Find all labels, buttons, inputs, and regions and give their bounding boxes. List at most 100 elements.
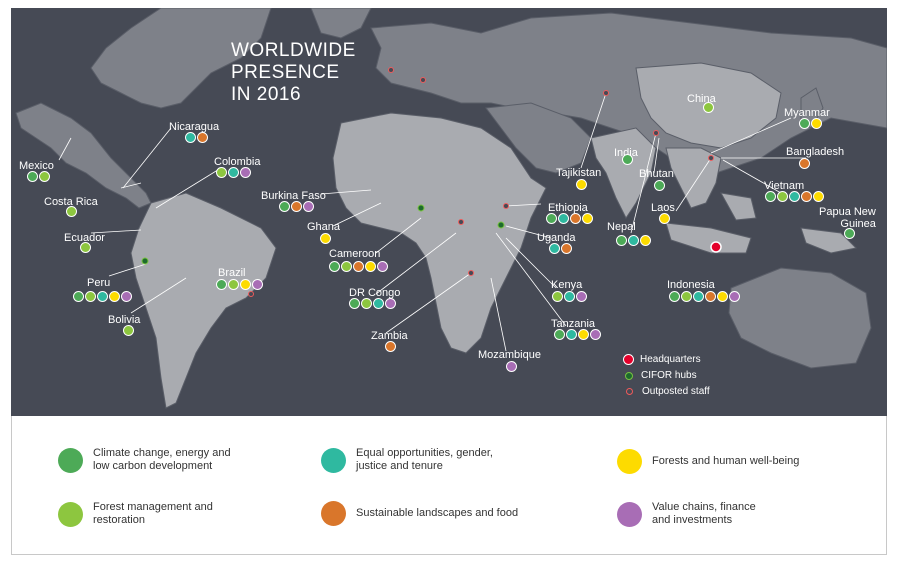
country-theme-dots	[385, 341, 396, 352]
theme-dot	[385, 341, 396, 352]
theme-dot	[659, 213, 670, 224]
country-theme-dots	[703, 102, 714, 113]
theme-dot	[561, 243, 572, 254]
map-landmasses	[15, 8, 887, 409]
theme-dot	[377, 261, 388, 272]
theme-dot	[582, 213, 593, 224]
theme-dot	[121, 291, 132, 302]
country-theme-dots	[549, 243, 572, 254]
theme-dot	[123, 325, 134, 336]
country-theme-dots	[123, 325, 134, 336]
theme-label: Equal opportunities, gender, justice and…	[356, 447, 493, 472]
map-title: WORLDWIDE PRESENCE IN 2016	[231, 40, 356, 105]
theme-dot	[640, 235, 651, 246]
theme-dot	[549, 243, 560, 254]
theme-dot	[844, 228, 855, 239]
theme-dot	[85, 291, 96, 302]
country-theme-dots	[349, 298, 396, 309]
theme-dot	[66, 206, 77, 217]
country-label: Indonesia	[667, 279, 715, 291]
country-theme-dots	[279, 201, 314, 212]
theme-dot	[252, 279, 263, 290]
theme-dot	[291, 201, 302, 212]
theme-dot	[373, 298, 384, 309]
theme-dot	[197, 132, 208, 143]
theme-dot	[329, 261, 340, 272]
theme-dot	[801, 191, 812, 202]
theme-dot	[590, 329, 601, 340]
theme-dot	[546, 213, 557, 224]
theme-legend-item: Forest management and restoration	[58, 501, 213, 527]
theme-dot	[622, 154, 633, 165]
theme-dot	[97, 291, 108, 302]
country-theme-dots	[799, 118, 822, 129]
theme-dot	[320, 233, 331, 244]
theme-dot	[799, 158, 810, 169]
theme-dot	[279, 201, 290, 212]
theme-swatch	[58, 501, 83, 527]
theme-dot	[240, 167, 251, 178]
theme-swatch	[321, 501, 346, 526]
country-theme-dots	[66, 206, 77, 217]
country-label: Bangladesh	[786, 146, 845, 158]
theme-swatch	[617, 449, 642, 474]
theme-dot	[703, 102, 714, 113]
theme-dot	[570, 213, 581, 224]
theme-dot	[777, 191, 788, 202]
theme-dot	[228, 279, 239, 290]
theme-dot	[654, 180, 665, 191]
theme-dot	[789, 191, 800, 202]
theme-dot	[669, 291, 680, 302]
legend-hubs: CIFOR hubs	[625, 370, 697, 381]
theme-dot	[341, 261, 352, 272]
country-theme-dots	[216, 279, 263, 290]
country-theme-dots	[669, 291, 740, 302]
theme-dot	[564, 291, 575, 302]
country-theme-dots	[659, 213, 670, 224]
hub-marker-icon	[625, 371, 633, 380]
theme-dot	[216, 279, 227, 290]
legend-hq: Headquarters	[623, 354, 701, 365]
theme-dot	[552, 291, 563, 302]
theme-dot	[705, 291, 716, 302]
theme-dot	[109, 291, 120, 302]
country-label: Cameroon	[329, 248, 381, 260]
country-theme-dots	[552, 291, 587, 302]
theme-dot	[576, 291, 587, 302]
theme-label: Value chains, finance and investments	[652, 501, 756, 526]
theme-label: Forests and human well-being	[652, 455, 800, 467]
theme-dot	[811, 118, 822, 129]
country-label: Ghana	[307, 221, 341, 233]
country-label: Mozambique	[478, 349, 541, 361]
theme-dot	[39, 171, 50, 182]
theme-dot	[228, 167, 239, 178]
country-theme-dots	[216, 167, 251, 178]
theme-legend-item: Value chains, finance and investments	[617, 501, 756, 527]
world-map: WORLDWIDE PRESENCE IN 2016 Mexico Nicarag…	[11, 8, 887, 416]
country-theme-dots	[506, 361, 517, 372]
theme-dot	[27, 171, 38, 182]
theme-dot	[361, 298, 372, 309]
theme-dot	[80, 242, 91, 253]
country-theme-dots	[654, 180, 665, 191]
theme-dot	[813, 191, 824, 202]
theme-dot	[185, 132, 196, 143]
country-label: Peru	[87, 277, 111, 289]
country-theme-dots	[73, 291, 132, 302]
theme-dot	[506, 361, 517, 372]
legend-staff: Outposted staff	[626, 386, 710, 397]
country-label: Nepal	[607, 221, 636, 233]
theme-dot	[693, 291, 704, 302]
country-theme-dots	[844, 228, 855, 239]
theme-dot	[365, 261, 376, 272]
theme-swatch	[321, 447, 346, 473]
theme-dot	[576, 179, 587, 190]
country-label: Papua New Guinea	[819, 206, 876, 230]
theme-dot	[385, 298, 396, 309]
theme-dot	[216, 167, 227, 178]
hq-marker-icon	[623, 354, 634, 365]
theme-dot	[628, 235, 639, 246]
theme-dot	[349, 298, 360, 309]
theme-dot	[717, 291, 728, 302]
theme-legend-item: Equal opportunities, gender, justice and…	[321, 447, 493, 473]
